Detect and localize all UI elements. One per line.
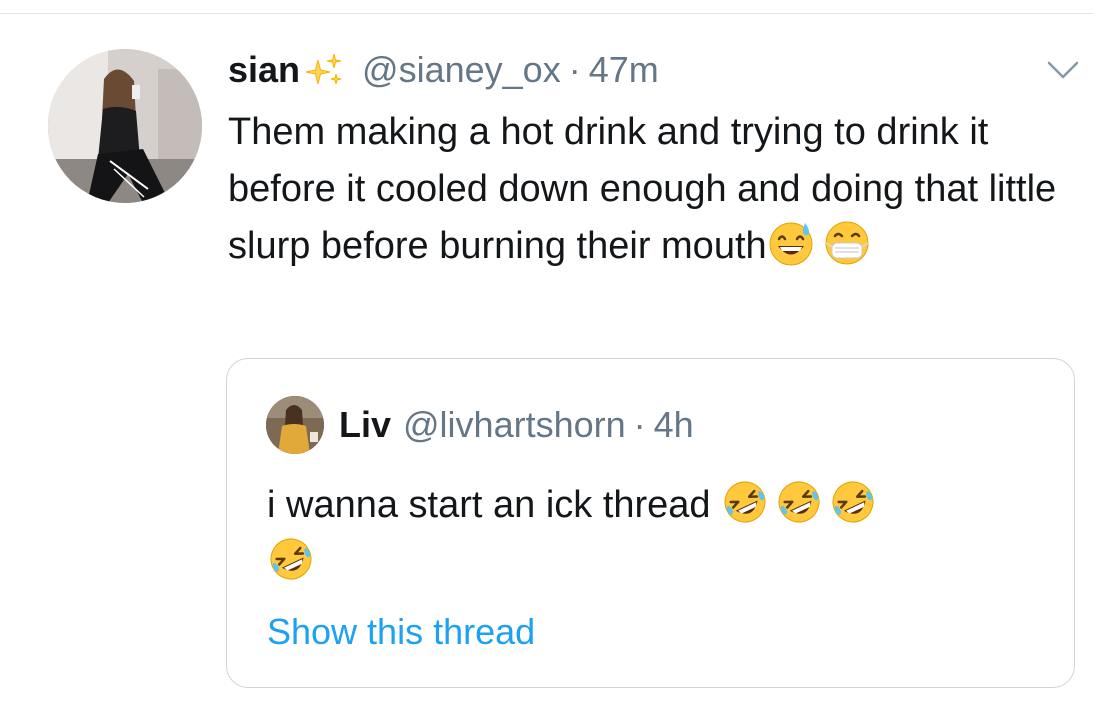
quote-avatar-photo xyxy=(266,396,324,454)
chevron-down-icon[interactable] xyxy=(1046,58,1080,82)
grinning-sweat-emoji xyxy=(767,219,815,267)
tweet-text-body: Them making a hot drink and trying to dr… xyxy=(228,111,1057,267)
display-name[interactable]: sian xyxy=(228,49,300,91)
quote-avatar[interactable] xyxy=(266,396,324,454)
quote-text: i wanna start an ick thread xyxy=(267,477,1047,591)
tweet-text: Them making a hot drink and trying to dr… xyxy=(228,104,1078,275)
top-divider xyxy=(0,13,1093,14)
separator-dot: · xyxy=(568,49,581,90)
handle[interactable]: @sianey_ox xyxy=(362,49,561,91)
rofl-emoji xyxy=(775,478,823,526)
show-thread-link[interactable]: Show this thread xyxy=(267,611,535,653)
sparkles-icon xyxy=(304,50,348,90)
avatar-photo xyxy=(48,49,202,203)
quote-tweet-card[interactable]: Liv @livhartshorn · 4h i wanna start an … xyxy=(226,358,1075,688)
quote-handle[interactable]: @livhartshorn xyxy=(403,404,626,446)
quote-display-name[interactable]: Liv xyxy=(339,404,391,446)
quote-timestamp[interactable]: 4h xyxy=(654,404,694,446)
rofl-emoji xyxy=(267,535,315,583)
rofl-emoji xyxy=(829,478,877,526)
rofl-emoji xyxy=(721,478,769,526)
medical-mask-emoji xyxy=(823,219,871,267)
avatar[interactable] xyxy=(48,49,202,203)
quote-separator-dot: · xyxy=(633,404,646,445)
tweet-header: sian @sianey_ox · 47m xyxy=(228,44,659,96)
quote-text-body: i wanna start an ick thread xyxy=(267,484,711,526)
timestamp[interactable]: 47m xyxy=(589,49,659,91)
quote-header: Liv @livhartshorn · 4h xyxy=(339,401,694,449)
